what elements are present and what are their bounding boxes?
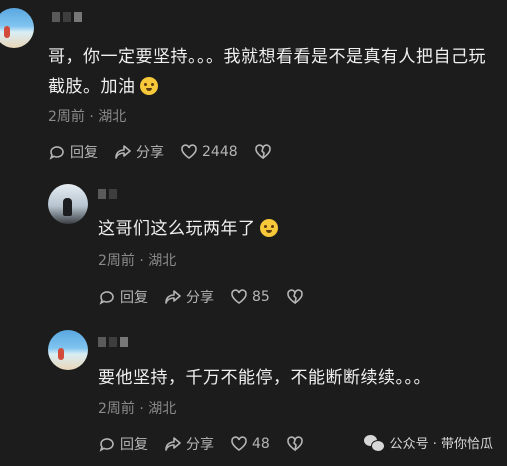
broken-heart-icon [287,289,303,305]
watermark: 公众号 · 带你恰瓜 [363,433,493,452]
like-button[interactable]: 2448 [180,143,238,161]
username-blurred[interactable] [98,335,128,349]
crying-laughing-icon [259,219,278,237]
comment-actions: 回复 分享 2448 [48,142,272,162]
share-icon [165,290,181,304]
share-button[interactable]: 分享 [164,287,214,307]
avatar[interactable] [48,330,88,370]
comment-text: 要他坚持，千万不能停，不能断断续续。。。 [98,368,431,388]
reply-button[interactable]: 回复 [98,434,148,454]
dislike-button[interactable] [286,288,304,306]
avatar[interactable] [48,184,88,224]
broken-heart-icon [287,436,303,452]
reply-icon [99,438,114,452]
heart-icon [231,436,247,451]
comment-meta: 2周前 · 湖北 [98,401,177,417]
share-button[interactable]: 分享 [114,142,164,162]
comment-meta: 2周前 · 湖北 [98,253,177,269]
broken-heart-icon [254,144,271,160]
comment-actions: 回复 分享 48 [98,434,304,454]
share-button[interactable]: 分享 [164,434,214,454]
username-blurred[interactable] [52,10,82,24]
wechat-icon [363,434,385,452]
like-button[interactable]: 48 [230,435,270,453]
dislike-button[interactable] [286,435,304,453]
pleading-face-icon [139,77,158,95]
username-blurred[interactable] [98,187,117,201]
comment-actions: 回复 分享 85 [98,287,304,307]
reply-icon [49,146,64,160]
reply-icon [99,291,114,305]
reply-button[interactable]: 回复 [98,287,148,307]
heart-icon [231,289,247,304]
avatar[interactable] [0,8,34,48]
comment-text: 这哥们这么玩两年了 [98,214,278,244]
comment-text: 哥，你一定要坚持。。。我就想看看是不是真有人把自己玩截肢。加油 [48,47,486,97]
reply-button[interactable]: 回复 [48,142,98,162]
comment-meta: 2周前 · 湖北 [48,109,127,125]
dislike-button[interactable] [254,143,272,161]
share-icon [115,145,131,159]
share-icon [165,437,181,451]
heart-icon [181,144,197,159]
like-button[interactable]: 85 [230,288,270,306]
